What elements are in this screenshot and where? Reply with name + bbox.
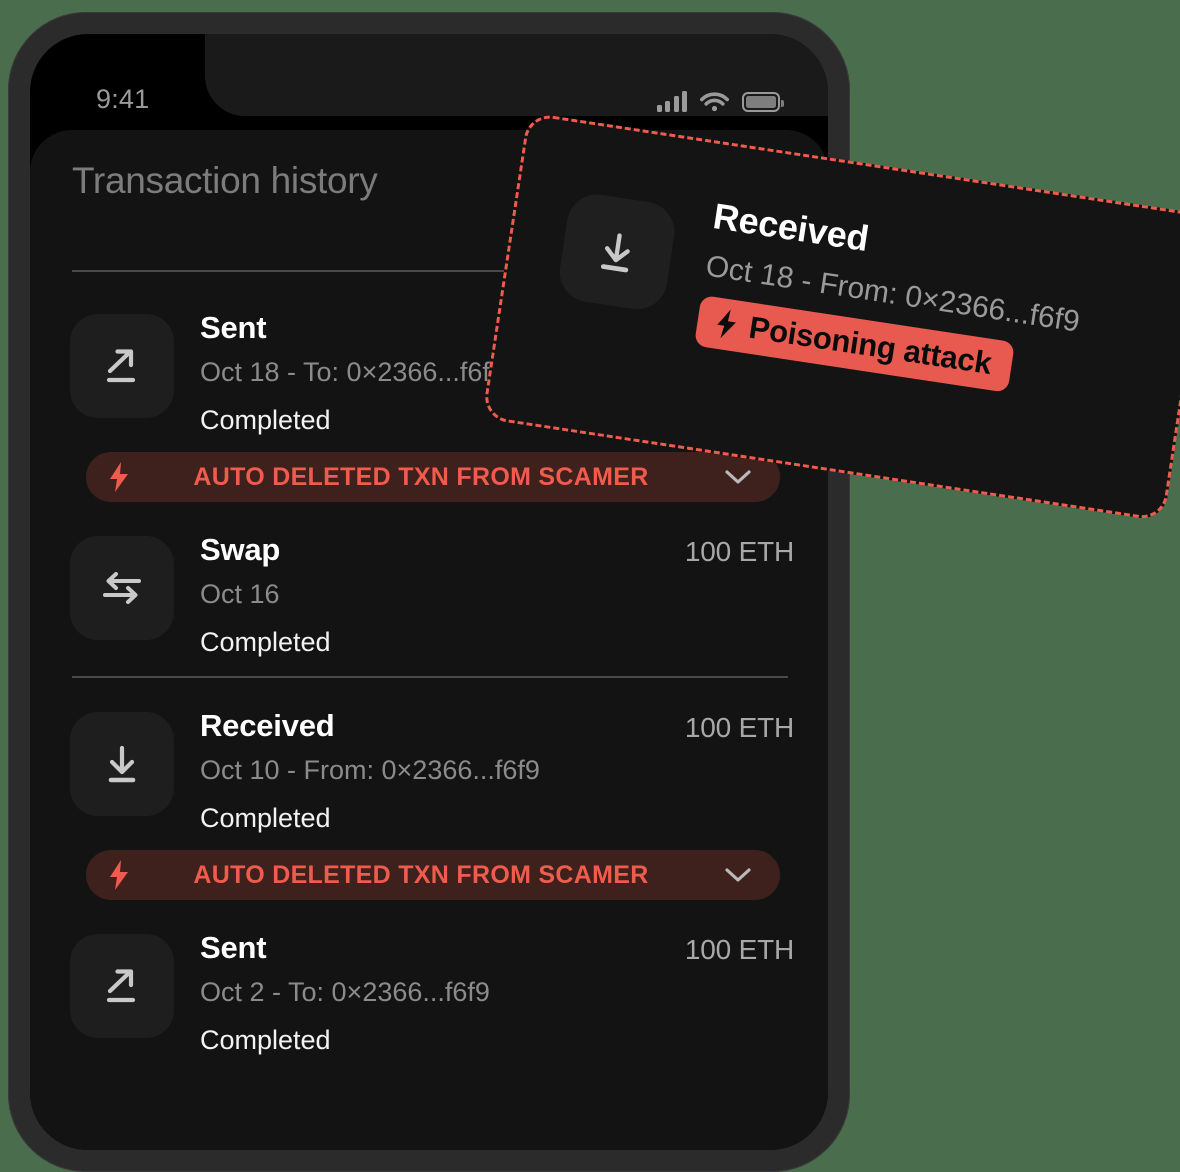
- transaction-title: Received: [200, 708, 335, 743]
- lightning-bolt-icon: [717, 309, 736, 338]
- transaction-title: Sent: [200, 930, 267, 965]
- transaction-subtitle: Oct 10 - From: 0×2366...f6f9: [200, 755, 540, 785]
- wifi-icon: [700, 92, 729, 112]
- transaction-title: Swap: [200, 532, 281, 567]
- page-title: Transaction history: [72, 160, 378, 201]
- status-bar-time: 9:41: [96, 84, 150, 114]
- table-row[interactable]: Sent Oct 2 - To: 0×2366...f6f9 Completed…: [70, 926, 794, 1064]
- transaction-status: Completed: [200, 627, 331, 657]
- transaction-details: Received Oct 10 - From: 0×2366...f6f9 Co…: [200, 704, 540, 832]
- auto-deleted-alert-label: AUTO DELETED TXN FROM SCAMER: [193, 860, 649, 889]
- transaction-amount: 100 ETH: [684, 712, 794, 743]
- transaction-subtitle: Oct 2 - To: 0×2366...f6f9: [200, 977, 490, 1007]
- swap-arrows-icon: [70, 536, 174, 640]
- arrow-down-line-icon: [70, 712, 174, 816]
- callout-details: Received Oct 18 - From: 0×2366...f6f9 Po…: [693, 195, 1180, 417]
- transaction-details: Swap Oct 16 Completed: [200, 528, 331, 656]
- battery-icon: [742, 92, 784, 112]
- table-row[interactable]: Received Oct 10 - From: 0×2366...f6f9 Co…: [70, 704, 794, 842]
- arrow-down-line-icon: [555, 190, 679, 314]
- chevron-down-icon[interactable]: [724, 866, 752, 884]
- auto-deleted-alert-banner[interactable]: AUTO DELETED TXN FROM SCAMER: [86, 850, 780, 900]
- table-row[interactable]: Swap Oct 16 Completed 100 ETH: [70, 528, 794, 666]
- transaction-details: Sent Oct 18 - To: 0×2366...f6f9 Complete…: [200, 306, 505, 434]
- poisoning-attack-label: Poisoning attack: [746, 309, 995, 381]
- cellular-signal-icon: [656, 90, 687, 112]
- transaction-amount: 100 ETH: [684, 934, 794, 965]
- status-bar-icons: [656, 86, 784, 112]
- transaction-details: Sent Oct 2 - To: 0×2366...f6f9 Completed: [200, 926, 490, 1054]
- transaction-status: Completed: [200, 803, 331, 833]
- auto-deleted-alert-banner[interactable]: AUTO DELETED TXN FROM SCAMER: [86, 452, 780, 502]
- transaction-status: Completed: [200, 405, 331, 435]
- row-divider: [72, 676, 788, 678]
- transaction-subtitle: Oct 18 - To: 0×2366...f6f9: [200, 357, 505, 387]
- transaction-amount: 100 ETH: [684, 536, 794, 567]
- transaction-status: Completed: [200, 1025, 331, 1055]
- chevron-down-icon[interactable]: [724, 468, 752, 486]
- arrow-up-right-icon: [70, 934, 174, 1038]
- status-bar: 9:41: [30, 34, 828, 134]
- transaction-subtitle: Oct 16: [200, 579, 280, 609]
- arrow-up-right-icon: [70, 314, 174, 418]
- auto-deleted-alert-label: AUTO DELETED TXN FROM SCAMER: [193, 462, 649, 491]
- transaction-title: Sent: [200, 310, 267, 345]
